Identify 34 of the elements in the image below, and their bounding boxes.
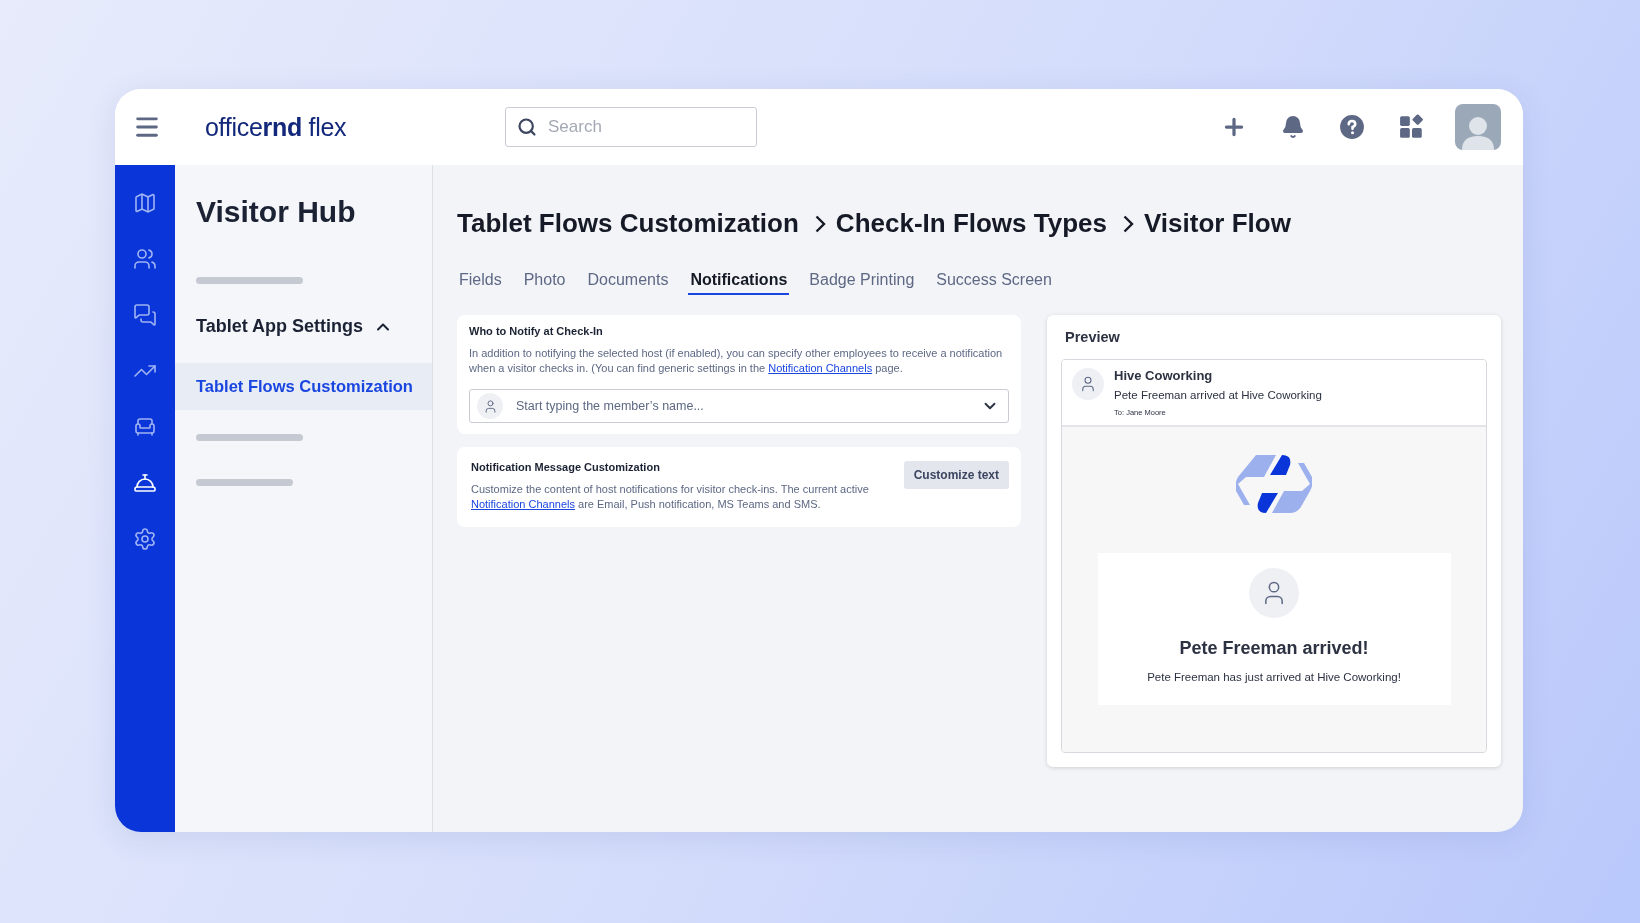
- arrival-text: Pete Freeman has just arrived at Hive Coworking!: [1147, 671, 1401, 683]
- search-icon: [517, 117, 537, 137]
- tab[interactable]: Notifications: [688, 267, 790, 295]
- tab[interactable]: Fields: [457, 267, 504, 295]
- preview-title: Preview: [1064, 329, 1121, 345]
- card-title: Who to Notify at Check-In: [469, 325, 604, 337]
- sidebar-title: Visitor Hub: [195, 195, 357, 229]
- card-description: In addition to notifying the selected host (if enabled), you can specify other employees to receive a notification when a visitor checks in. (You can find generic settings in the Notification Channels page.: [469, 346, 1004, 376]
- user-icon: [1072, 368, 1105, 400]
- logo-icon: [1236, 455, 1312, 513]
- app-logo: officernd flex: [205, 112, 348, 142]
- sidebar-group[interactable]: Tablet App Settings: [175, 308, 414, 345]
- tab[interactable]: Success Screen: [934, 267, 1054, 295]
- arrival-heading: Pete Freeman arrived!: [1179, 638, 1369, 659]
- customize-text-button[interactable]: Customize text: [903, 461, 1010, 489]
- chevron-icon: [1123, 214, 1134, 233]
- sidebar-item[interactable]: Tablet Flows Customization: [175, 363, 432, 410]
- notification-channels-link[interactable]: Notification Channels: [471, 498, 575, 510]
- search-field[interactable]: Search: [505, 107, 757, 147]
- user-icon: [1249, 568, 1299, 618]
- tab[interactable]: Badge Printing: [807, 267, 917, 295]
- tab[interactable]: Documents: [585, 267, 671, 295]
- notification-message: Pete Freeman arrived at Hive Coworking: [1114, 389, 1322, 401]
- notification-channels-link[interactable]: Notification Channels: [768, 362, 873, 374]
- breadcrumb-item: Visitor Flow: [1144, 208, 1291, 239]
- member-select[interactable]: Start typing the member’s name...: [469, 389, 1010, 423]
- breadcrumb-item[interactable]: Tablet Flows Customization: [457, 208, 799, 239]
- notification-sender: Hive Coworking: [1114, 368, 1214, 383]
- tab[interactable]: Photo: [521, 267, 568, 295]
- chat-icon[interactable]: [131, 301, 159, 329]
- card-description: Customize the content of host notifications for visitor check-ins. The current active Notification Channels are Email, Push notification, MS Teams and SMS.: [471, 482, 870, 512]
- breadcrumb-item[interactable]: Check-In Flows Types: [835, 208, 1107, 239]
- card-title: Notification Message Customization: [471, 461, 661, 473]
- chevron-icon: [814, 214, 826, 233]
